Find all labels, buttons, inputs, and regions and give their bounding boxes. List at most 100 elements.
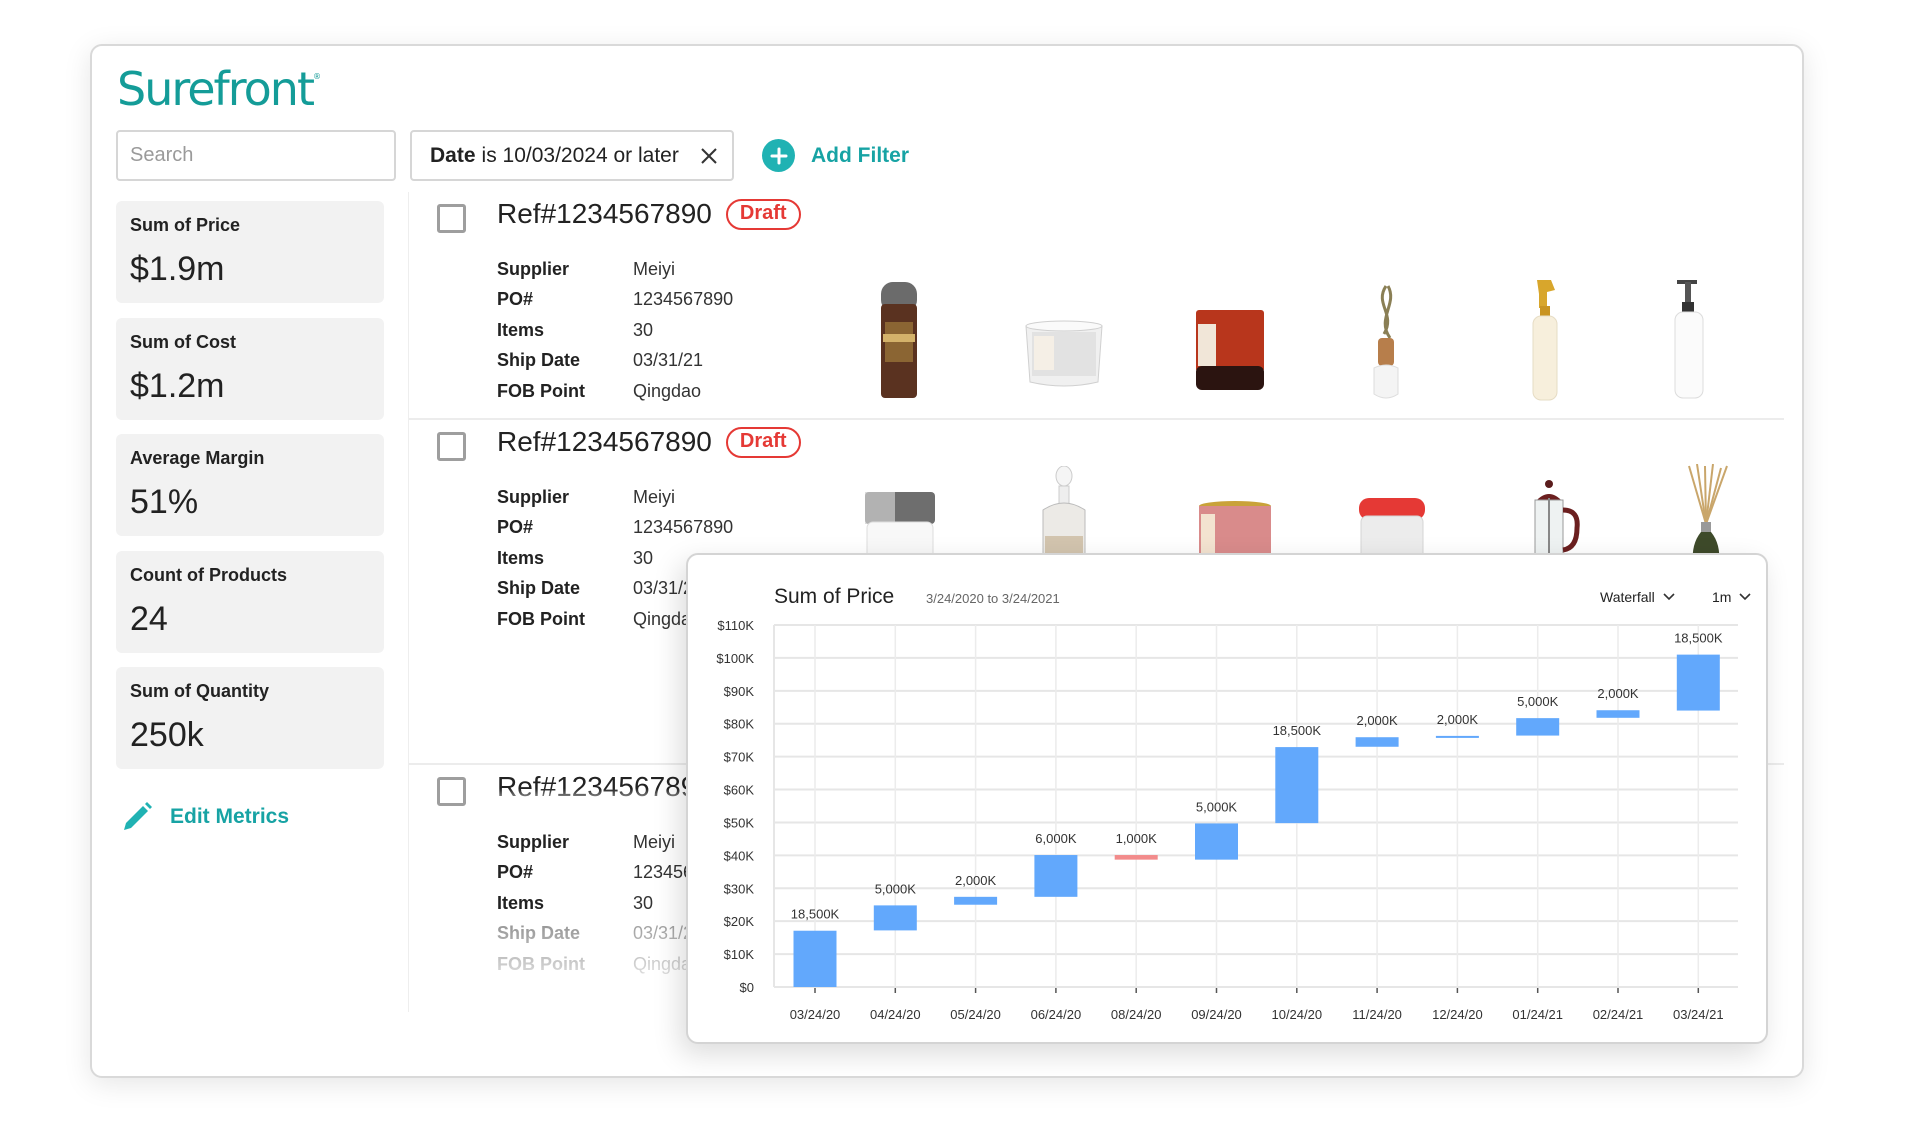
y-tick-label: $0: [740, 980, 754, 995]
items-label: Items: [497, 319, 545, 340]
y-tick-label: $80K: [724, 717, 755, 732]
ship-date-label: Ship Date: [497, 923, 581, 944]
add-filter-label: Add Filter: [811, 143, 909, 167]
supplier-label: Supplier: [497, 486, 570, 507]
waterfall-bar: [1596, 710, 1640, 718]
bar-data-label: 2,000K: [1597, 686, 1639, 701]
fob-point-label: FOB Point: [497, 608, 585, 629]
order-header: Ref#1234567890: [497, 771, 712, 803]
order-checkbox[interactable]: [437, 204, 466, 233]
items-label: Items: [497, 547, 545, 568]
metric-value: 250k: [130, 716, 204, 754]
product-image-hanging-diffuser[interactable]: [1366, 284, 1406, 402]
order-ref[interactable]: Ref#1234567890: [497, 771, 712, 803]
supplier-value: Meiyi: [633, 486, 676, 507]
bar-data-label: 5,000K: [1517, 694, 1559, 709]
y-tick-label: $60K: [724, 783, 755, 798]
waterfall-chart: $0 $10K $20K $30K $40K $50K $60K $70K $80K $90K $1…: [716, 618, 1738, 1022]
ship-date-label: Ship Date: [497, 578, 581, 599]
pencil-icon: [124, 802, 152, 830]
x-tick-label: 03/24/21: [1673, 1007, 1724, 1022]
supplier-value: Meiyi: [633, 831, 676, 852]
metric-value: 24: [130, 599, 168, 638]
filter-field: Date: [430, 143, 476, 167]
logo-trademark: ®: [313, 72, 321, 81]
ship-date-label: Ship Date: [497, 350, 581, 371]
x-tick-label: 12/24/20: [1432, 1007, 1483, 1022]
bar-data-label: 1,000K: [1116, 831, 1158, 846]
metric-count-of-products[interactable]: Count of Products 24: [116, 550, 384, 653]
bar-data-label: 18,500K: [1273, 723, 1322, 738]
remove-filter-button[interactable]: [700, 147, 718, 165]
supplier-label: Supplier: [497, 258, 570, 279]
metric-sum-of-quantity[interactable]: Sum of Quantity 250k: [116, 667, 384, 769]
y-tick-label: $40K: [724, 848, 755, 863]
waterfall-bar: [1676, 654, 1720, 711]
search-input[interactable]: [118, 132, 394, 179]
items-label: Items: [497, 892, 545, 913]
fob-point-value: Qingdao: [633, 380, 702, 401]
edit-metrics-button[interactable]: Edit Metrics: [120, 800, 289, 834]
po-value: 1234567890: [633, 289, 734, 310]
metric-sum-of-price[interactable]: Sum of Price $1.9m: [116, 201, 384, 303]
metric-value: $1.9m: [130, 250, 225, 288]
y-tick-label: $70K: [724, 750, 755, 765]
close-icon: [701, 147, 717, 164]
order-header: Ref#1234567890 Draft: [497, 426, 801, 458]
period-select[interactable]: 1m: [1712, 589, 1752, 605]
metric-value: 51%: [130, 483, 199, 521]
order-ref[interactable]: Ref#1234567890: [497, 426, 712, 458]
order-checkbox[interactable]: [437, 432, 466, 461]
items-value: 30: [633, 319, 654, 340]
product-image-glass-candle[interactable]: [1024, 320, 1104, 390]
x-tick-label: 03/24/20: [790, 1007, 841, 1022]
x-tick-label: 06/24/20: [1031, 1007, 1082, 1022]
po-label: PO#: [497, 517, 534, 538]
metric-label: Sum of Price: [130, 215, 241, 235]
y-tick-label: $110K: [717, 618, 754, 633]
waterfall-bar: [1034, 855, 1078, 897]
x-tick-label: 08/24/20: [1111, 1007, 1162, 1022]
x-tick-label: 01/24/21: [1512, 1007, 1563, 1022]
product-image-aerosol-can[interactable]: [877, 282, 921, 402]
waterfall-bar: [1516, 718, 1560, 736]
po-label: PO#: [497, 862, 534, 883]
items-value: 30: [633, 547, 654, 568]
x-tick-label: 02/24/21: [1593, 1007, 1644, 1022]
filter-condition: is 10/03/2024 or later: [481, 143, 679, 167]
waterfall-bar: [793, 930, 837, 987]
waterfall-bar: [873, 905, 917, 931]
po-value: 1234567890: [633, 517, 734, 538]
y-tick-label: $50K: [724, 815, 755, 830]
metric-average-margin[interactable]: Average Margin 51%: [116, 434, 384, 536]
product-image-pump-bottle[interactable]: [1669, 278, 1709, 402]
x-tick-label: 05/24/20: [950, 1007, 1001, 1022]
order-header: Ref#1234567890 Draft: [497, 198, 801, 230]
bar-data-label: 2,000K: [955, 873, 997, 888]
waterfall-bar: [954, 896, 998, 905]
metric-sum-of-cost[interactable]: Sum of Cost $1.2m: [116, 317, 384, 420]
metric-label: Sum of Cost: [130, 331, 236, 352]
y-tick-label: $90K: [724, 684, 755, 699]
order-ref[interactable]: Ref#1234567890: [497, 198, 712, 230]
bar-data-label: 6,000K: [1035, 831, 1077, 846]
po-label: PO#: [497, 289, 534, 310]
product-image-spray-bottle[interactable]: [1525, 278, 1565, 402]
date-filter-chip[interactable]: Date is 10/03/2024 or later: [410, 130, 734, 181]
waterfall-bar: [1355, 737, 1399, 747]
order-checkbox[interactable]: [437, 777, 466, 806]
product-image-red-candle[interactable]: [1194, 308, 1266, 394]
metrics-panel: Sum of Price $1.9m Sum of Cost $1.2m Ave…: [116, 201, 384, 784]
chart-type-select[interactable]: Waterfall: [1600, 589, 1675, 605]
logo-text: Surefront: [117, 62, 315, 116]
period-value: 1m: [1712, 589, 1732, 605]
order-row[interactable]: Ref#1234567890 Draft Supplier Meiyi PO# 12…: [409, 192, 1784, 420]
x-tick-label: 09/24/20: [1191, 1007, 1242, 1022]
waterfall-bar: [1435, 735, 1479, 738]
add-filter-button[interactable]: Add Filter: [762, 139, 909, 172]
metric-label: Count of Products: [130, 564, 287, 585]
waterfall-bar: [1275, 747, 1319, 824]
fob-point-label: FOB Point: [497, 953, 585, 974]
bar-data-label: 18,500K: [1674, 631, 1723, 646]
y-tick-label: $10K: [724, 947, 755, 962]
